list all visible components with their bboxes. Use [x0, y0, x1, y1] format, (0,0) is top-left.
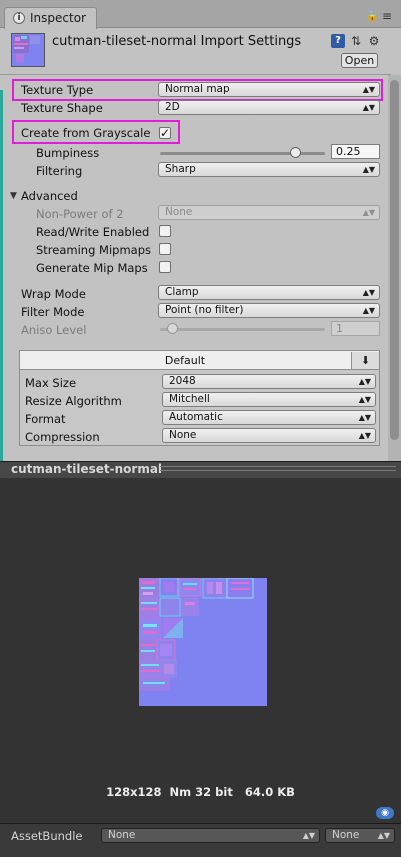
texture-type-label: Texture Type	[21, 83, 94, 97]
updown-arrow-icon: ▲▼	[362, 103, 375, 112]
bumpiness-label: Bumpiness	[36, 146, 100, 160]
help-icon[interactable]: ?	[331, 34, 345, 48]
generate-mip-maps-label: Generate Mip Maps	[36, 261, 148, 275]
resize-algorithm-label: Resize Algorithm	[25, 394, 122, 408]
asset-bundle-variant-dropdown[interactable]: None ▲▼	[325, 828, 395, 843]
updown-arrow-icon: ▲▼	[362, 288, 375, 297]
asset-bundle-variant-value: None	[332, 829, 360, 841]
updown-arrow-icon: ▲▼	[358, 377, 371, 386]
max-size-dropdown[interactable]: 2048 ▲▼	[162, 374, 376, 389]
preview-title: cutman-tileset-normal	[11, 462, 163, 476]
foldout-arrow-icon[interactable]: ▼	[10, 191, 17, 201]
download-icon[interactable]: ⬇	[351, 352, 379, 369]
updown-arrow-icon: ▲▼	[362, 208, 375, 217]
texture-shape-label: Texture Shape	[21, 101, 103, 115]
texture-info-text: 128x128 Nm 32 bit 64.0 KB	[106, 785, 295, 799]
resize-algorithm-dropdown[interactable]: Mitchell ▲▼	[162, 392, 376, 407]
updown-arrow-icon: ▲▼	[358, 431, 371, 440]
menu-icon[interactable]: ≡	[382, 9, 392, 23]
updown-arrow-icon: ▲▼	[362, 85, 375, 94]
updown-arrow-icon: ▲▼	[358, 395, 371, 404]
resize-algorithm-value: Mitchell	[169, 393, 210, 405]
import-settings-title: cutman-tileset-normal Import Settings	[52, 34, 302, 49]
filtering-value: Sharp	[165, 163, 196, 175]
tab-inspector-label: Inspector	[30, 11, 86, 25]
scrollbar-thumb[interactable]	[390, 80, 399, 440]
wrap-mode-dropdown[interactable]: Clamp ▲▼	[158, 285, 380, 300]
format-label: Format	[25, 412, 66, 426]
read-write-checkbox[interactable]	[159, 225, 171, 237]
advanced-foldout-label[interactable]: Advanced	[21, 189, 78, 203]
streaming-mipmaps-label: Streaming Mipmaps	[36, 243, 152, 257]
bumpiness-field[interactable]: 0.25	[331, 144, 380, 159]
asset-bundle-name-dropdown[interactable]: None ▲▼	[101, 828, 320, 843]
max-size-value: 2048	[169, 375, 196, 387]
non-power-of-2-value: None	[165, 206, 193, 218]
asset-bundle-name-value: None	[108, 829, 136, 841]
tag-icon[interactable]: ◉	[376, 807, 394, 819]
asset-bundle-label: AssetBundle	[11, 829, 83, 843]
texture-thumbnail	[11, 33, 45, 67]
generate-mip-maps-checkbox[interactable]	[159, 261, 171, 273]
updown-arrow-icon: ▲▼	[302, 831, 315, 840]
updown-arrow-icon: ▲▼	[362, 165, 375, 174]
compression-dropdown[interactable]: None ▲▼	[162, 428, 376, 443]
format-value: Automatic	[169, 411, 223, 423]
open-button[interactable]: Open	[341, 53, 378, 68]
compression-value: None	[169, 429, 197, 441]
wrap-mode-value: Clamp	[165, 286, 199, 298]
updown-arrow-icon: ▲▼	[377, 831, 390, 840]
info-icon: i	[13, 12, 25, 24]
filtering-dropdown[interactable]: Sharp ▲▼	[158, 162, 380, 177]
normal-map-texture-preview	[139, 578, 267, 706]
aniso-slider-knob[interactable]	[167, 323, 178, 334]
filter-mode-label: Filter Mode	[21, 305, 85, 319]
streaming-mipmaps-checkbox[interactable]	[159, 243, 171, 255]
texture-type-value: Normal map	[165, 83, 230, 95]
left-accent-strip	[0, 90, 3, 462]
header-divider	[0, 74, 391, 75]
texture-type-dropdown[interactable]: Normal map ▲▼	[158, 82, 380, 97]
create-from-grayscale-checkbox[interactable]: ✓	[159, 127, 171, 139]
updown-arrow-icon: ▲▼	[358, 413, 371, 422]
aniso-level-label: Aniso Level	[21, 323, 87, 337]
aniso-level-field[interactable]: 1	[331, 321, 380, 336]
max-size-label: Max Size	[25, 376, 77, 390]
preset-icon[interactable]: ⇅	[349, 34, 363, 48]
texture-shape-value: 2D	[165, 101, 180, 113]
non-power-of-2-label: Non-Power of 2	[36, 207, 124, 221]
filter-mode-value: Point (no filter)	[165, 304, 244, 316]
non-power-of-2-dropdown[interactable]: None ▲▼	[158, 205, 380, 220]
filter-mode-dropdown[interactable]: Point (no filter) ▲▼	[158, 303, 380, 318]
updown-arrow-icon: ▲▼	[362, 306, 375, 315]
bumpiness-slider-knob[interactable]	[290, 147, 302, 158]
read-write-label: Read/Write Enabled	[36, 225, 150, 239]
preview-drag-handle[interactable]	[160, 466, 396, 471]
lock-icon[interactable]: 🔒	[366, 11, 378, 22]
filtering-label: Filtering	[36, 164, 83, 178]
wrap-mode-label: Wrap Mode	[21, 287, 86, 301]
texture-shape-dropdown[interactable]: 2D ▲▼	[158, 100, 380, 115]
compression-label: Compression	[25, 430, 100, 444]
aniso-slider-track[interactable]	[160, 328, 325, 331]
platform-tab-default[interactable]: Default	[20, 354, 350, 367]
create-from-grayscale-label: Create from Grayscale	[21, 126, 151, 140]
gear-icon[interactable]: ⚙	[367, 34, 381, 48]
format-dropdown[interactable]: Automatic ▲▼	[162, 410, 376, 425]
